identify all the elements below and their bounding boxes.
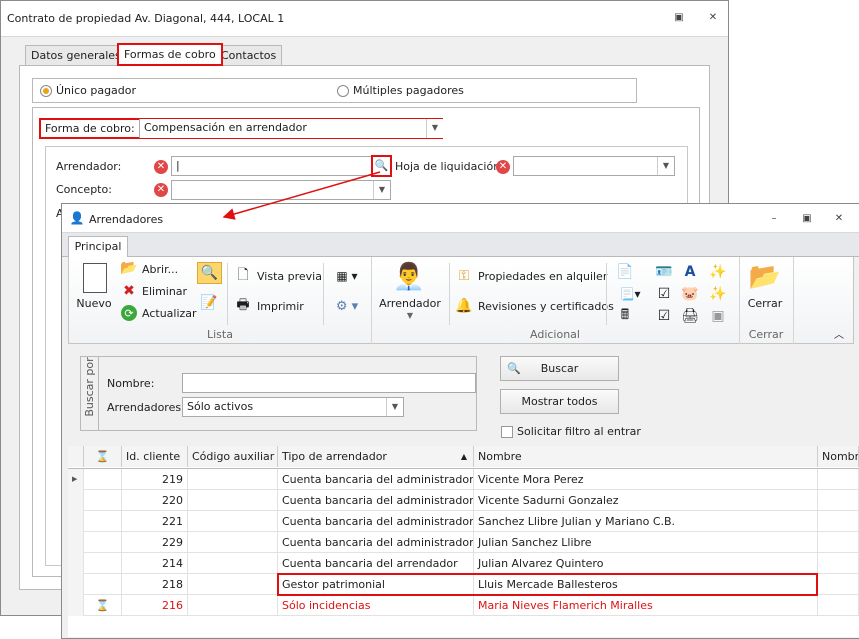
cell-tipo: Cuenta bancaria del administrador — [278, 490, 474, 511]
status-cell — [84, 511, 122, 532]
cell-nombre: Vicente Mora Perez — [474, 469, 818, 490]
status-cell — [84, 553, 122, 574]
header-nombre-extra[interactable]: Nombr — [818, 446, 859, 467]
cell-nombre: Vicente Sadurni Gonzalez — [474, 490, 818, 511]
header-tipo-label: Tipo de arrendador — [282, 450, 387, 463]
cell-codigo — [188, 595, 278, 616]
header-indicator — [68, 446, 84, 467]
cell-codigo — [188, 511, 278, 532]
hourglass-icon[interactable]: ⌛ — [84, 446, 122, 467]
highlight-box — [277, 573, 818, 596]
table-row[interactable]: ▶ 219 Cuenta bancaria del administrador … — [68, 469, 859, 490]
cell-tipo: Sólo incidencias — [278, 595, 474, 616]
row-indicator[interactable] — [68, 595, 84, 616]
cell-nombre: Julian Alvarez Quintero — [474, 553, 818, 574]
cell-id: 221 — [122, 511, 188, 532]
cell-nombre: Julian Sanchez Llibre — [474, 532, 818, 553]
table-row[interactable]: ⌛ 216 Sólo incidencias Maria Nieves Flam… — [68, 595, 859, 616]
row-indicator[interactable] — [68, 532, 84, 553]
cell-extra — [818, 469, 859, 490]
cell-codigo — [188, 532, 278, 553]
table-row[interactable]: 220 Cuenta bancaria del administrador Vi… — [68, 490, 859, 511]
row-indicator[interactable]: ▶ — [68, 469, 84, 490]
table-row[interactable]: 221 Cuenta bancaria del administrador Sa… — [68, 511, 859, 532]
arrendadores-grid: ⌛ Id. cliente Código auxiliar Tipo de ar… — [68, 446, 859, 637]
cell-nombre: Sanchez Llibre Julian y Mariano C.B. — [474, 511, 818, 532]
cell-id: 214 — [122, 553, 188, 574]
cell-extra — [818, 490, 859, 511]
cell-id: 229 — [122, 532, 188, 553]
cell-tipo: Cuenta bancaria del administrador — [278, 511, 474, 532]
cell-tipo: Cuenta bancaria del arrendador — [278, 553, 474, 574]
row-indicator[interactable] — [68, 511, 84, 532]
status-cell — [84, 532, 122, 553]
cell-extra — [818, 595, 859, 616]
table-row[interactable]: 214 Cuenta bancaria del arrendador Julia… — [68, 553, 859, 574]
grid-header: ⌛ Id. cliente Código auxiliar Tipo de ar… — [68, 446, 859, 469]
header-tipo[interactable]: Tipo de arrendador ▲ — [278, 446, 474, 467]
status-cell — [84, 469, 122, 490]
cell-id: 216 — [122, 595, 188, 616]
cell-extra — [818, 553, 859, 574]
cell-codigo — [188, 574, 278, 595]
cell-extra — [818, 511, 859, 532]
cell-nombre: Maria Nieves Flamerich Miralles — [474, 595, 818, 616]
cell-extra — [818, 532, 859, 553]
header-nombre[interactable]: Nombre — [474, 446, 818, 467]
table-row[interactable]: 229 Cuenta bancaria del administrador Ju… — [68, 532, 859, 553]
cell-codigo — [188, 469, 278, 490]
sort-asc-icon: ▲ — [460, 452, 467, 461]
cell-id: 219 — [122, 469, 188, 490]
cell-codigo — [188, 553, 278, 574]
header-codigo-auxiliar[interactable]: Código auxiliar — [188, 446, 278, 467]
cell-tipo: Cuenta bancaria del administrador — [278, 532, 474, 553]
cell-tipo: Cuenta bancaria del administrador — [278, 469, 474, 490]
hourglass-icon: ⌛ — [84, 595, 122, 616]
status-cell — [84, 490, 122, 511]
cell-extra — [818, 574, 859, 595]
row-indicator[interactable] — [68, 553, 84, 574]
header-id-cliente[interactable]: Id. cliente — [122, 446, 188, 467]
row-indicator[interactable] — [68, 574, 84, 595]
status-cell — [84, 574, 122, 595]
cell-id: 218 — [122, 574, 188, 595]
row-indicator[interactable] — [68, 490, 84, 511]
cell-id: 220 — [122, 490, 188, 511]
cell-codigo — [188, 490, 278, 511]
